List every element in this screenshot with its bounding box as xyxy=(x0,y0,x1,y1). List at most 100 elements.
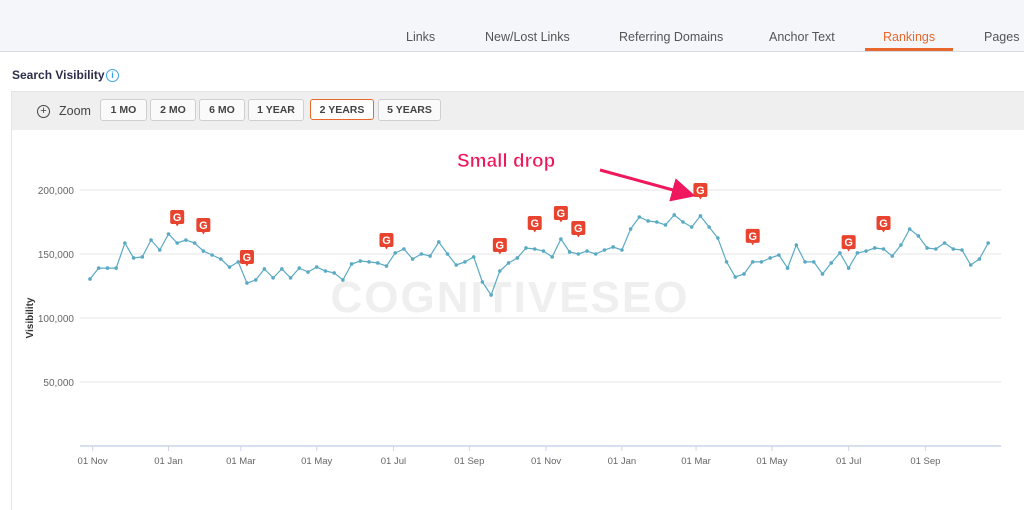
data-point xyxy=(393,251,398,255)
data-point xyxy=(977,257,982,261)
marker-pointer xyxy=(245,264,249,267)
data-point xyxy=(210,253,214,257)
data-point xyxy=(192,241,197,245)
x-tick-label: 01 Jan xyxy=(608,456,637,467)
data-point xyxy=(951,247,956,251)
data-point xyxy=(899,243,903,247)
data-point xyxy=(585,249,589,253)
google-g-letter: G xyxy=(557,208,566,220)
data-point xyxy=(742,272,746,276)
marker-pointer xyxy=(847,249,851,252)
data-point xyxy=(620,248,624,252)
y-tick-label: 150,000 xyxy=(38,250,75,261)
data-point xyxy=(707,225,711,229)
data-point xyxy=(88,277,92,281)
data-point xyxy=(559,237,563,241)
data-point xyxy=(628,227,633,231)
x-tick-label: 01 Sep xyxy=(454,456,484,467)
data-point xyxy=(114,266,118,270)
data-point xyxy=(131,256,136,260)
marker-pointer xyxy=(201,232,205,235)
data-point xyxy=(942,241,947,245)
data-point xyxy=(410,257,415,261)
data-point xyxy=(524,246,528,250)
data-point xyxy=(916,234,921,238)
y-tick-label: 200,000 xyxy=(38,186,75,197)
x-tick-label: 01 Mar xyxy=(226,456,256,467)
data-point xyxy=(349,262,354,266)
data-point xyxy=(567,250,572,254)
data-point xyxy=(576,252,581,256)
data-point xyxy=(681,220,685,224)
data-point xyxy=(428,254,432,258)
data-point xyxy=(253,278,258,282)
data-point xyxy=(968,263,973,267)
data-point xyxy=(367,260,371,264)
marker-pointer xyxy=(698,196,702,200)
data-point xyxy=(890,254,895,258)
google-g-letter: G xyxy=(496,240,505,252)
x-tick-label: 01 Jan xyxy=(154,456,183,467)
marker-pointer xyxy=(751,242,755,246)
google-g-letter: G xyxy=(696,185,705,197)
data-point xyxy=(402,247,406,251)
google-update-marker: G xyxy=(492,238,507,255)
data-point xyxy=(419,252,424,256)
marker-pointer xyxy=(384,247,388,250)
data-point xyxy=(925,246,929,250)
data-point xyxy=(157,248,162,252)
data-point xyxy=(881,247,886,251)
data-point xyxy=(794,243,799,247)
google-update-marker: G xyxy=(239,250,254,267)
data-point xyxy=(803,260,807,264)
data-point xyxy=(811,260,816,264)
x-tick-label: 01 May xyxy=(301,456,332,467)
data-point xyxy=(358,259,363,263)
google-g-letter: G xyxy=(844,237,853,249)
google-update-marker: G xyxy=(745,228,760,246)
data-point xyxy=(768,256,772,260)
marker-pointer xyxy=(533,230,537,233)
data-point xyxy=(663,223,668,227)
marker-pointer xyxy=(576,235,580,238)
marker-pointer xyxy=(882,230,886,233)
data-point xyxy=(646,219,650,223)
data-point xyxy=(236,260,241,264)
data-point xyxy=(463,260,467,264)
data-point xyxy=(655,220,659,224)
data-point xyxy=(689,225,694,229)
x-tick-label: 01 Nov xyxy=(78,456,108,467)
google-g-letter: G xyxy=(243,252,252,264)
x-tick-label: 01 May xyxy=(756,456,787,467)
data-point xyxy=(724,260,729,264)
data-point xyxy=(829,261,833,265)
data-point xyxy=(245,281,249,285)
data-point xyxy=(297,266,302,270)
y-tick-label: 100,000 xyxy=(38,314,75,325)
data-point xyxy=(375,261,380,265)
google-update-marker: G xyxy=(841,235,856,252)
data-point xyxy=(498,269,502,273)
data-point xyxy=(219,257,223,261)
marker-pointer xyxy=(559,220,563,223)
data-point xyxy=(140,255,145,259)
data-point xyxy=(716,236,720,240)
google-g-letter: G xyxy=(879,218,888,230)
data-point xyxy=(437,240,441,244)
data-point xyxy=(123,241,127,245)
data-point xyxy=(341,278,345,282)
x-tick-label: 01 Nov xyxy=(531,456,561,467)
data-point xyxy=(855,251,860,255)
x-tick-label: 01 Jul xyxy=(381,456,406,467)
data-point xyxy=(471,255,476,259)
google-g-letter: G xyxy=(382,235,391,247)
data-point xyxy=(698,214,703,218)
y-axis-label: Visibility xyxy=(25,297,36,338)
google-g-letter: G xyxy=(530,218,539,230)
visibility-chart: COGNITIVESEO 50,000 100,000 150,000 200,000… xyxy=(25,151,1001,467)
watermark: COGNITIVESEO xyxy=(331,273,690,322)
data-point xyxy=(96,266,101,270)
data-point xyxy=(201,249,206,253)
data-point xyxy=(262,267,267,271)
data-point xyxy=(986,241,990,245)
